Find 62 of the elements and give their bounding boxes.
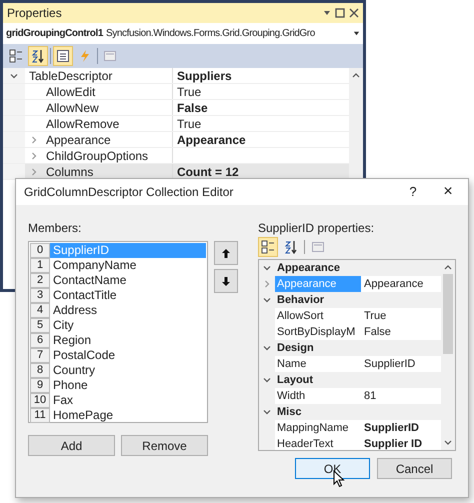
property-name: SortByDisplayM xyxy=(276,325,356,340)
category-name: Appearance xyxy=(276,260,340,276)
object-name: gridGroupingControl1 xyxy=(6,27,103,41)
member-index: 4 xyxy=(30,303,50,318)
property-name: AllowNew xyxy=(45,100,99,116)
category-name: Design xyxy=(276,340,314,356)
property-value: True xyxy=(363,308,386,324)
member-index: 0 xyxy=(30,243,50,258)
property-name: ChildGroupOptions xyxy=(45,148,148,164)
property-name: AllowRemove xyxy=(45,116,120,132)
property-value: True xyxy=(176,116,202,132)
member-name: Region xyxy=(52,333,92,348)
member-index: 2 xyxy=(30,273,50,288)
property-name: Columns xyxy=(45,164,94,180)
member-index: 5 xyxy=(30,318,50,333)
member-name: HomePage xyxy=(52,408,114,423)
member-name: ContactTitle xyxy=(52,288,118,303)
member-name: City xyxy=(52,318,75,333)
property-value: False xyxy=(176,100,208,116)
member-index: 9 xyxy=(30,378,50,393)
property-name: Width xyxy=(276,389,306,404)
member-name: PostalCode xyxy=(52,348,116,363)
object-type: Syncfusion.Windows.Forms.Grid.Grouping.GridGro xyxy=(106,27,315,41)
property-name: HeaderText xyxy=(276,437,334,450)
member-name: Country xyxy=(52,363,96,378)
category-name: Layout xyxy=(276,372,314,388)
property-value: True xyxy=(176,84,202,100)
member-name: Address xyxy=(52,303,98,318)
window-title: Properties xyxy=(7,5,62,22)
member-index: 10 xyxy=(30,393,50,408)
property-value: Count = 12 xyxy=(176,164,239,180)
member-index: 1 xyxy=(30,258,50,273)
property-value: SupplierID xyxy=(363,420,420,436)
property-value: False xyxy=(363,324,391,340)
property-value: SupplierID xyxy=(363,356,416,372)
category-name: Behavior xyxy=(276,292,324,308)
property-name: TableDescriptor xyxy=(29,68,112,84)
property-value: Appearance xyxy=(363,276,424,292)
property-name: MappingName xyxy=(276,421,350,436)
property-name: Name xyxy=(276,357,308,372)
dialog-title: GridColumnDescriptor Collection Editor xyxy=(24,184,234,201)
member-index: 7 xyxy=(30,348,50,363)
member-name: CompanyName xyxy=(52,258,138,273)
member-name: ContactName xyxy=(52,273,128,288)
property-value: Suppliers xyxy=(176,68,232,84)
member-name: Fax xyxy=(52,393,74,408)
member-name: Phone xyxy=(52,378,89,393)
member-index: 8 xyxy=(30,363,50,378)
members-label: Members: xyxy=(28,220,82,235)
property-name: Appearance xyxy=(45,132,111,148)
properties-label: SupplierID properties: xyxy=(258,220,376,235)
member-index: 6 xyxy=(30,333,50,348)
member-index: 3 xyxy=(30,288,50,303)
property-value: Supplier ID xyxy=(363,436,422,450)
member-index: 11 xyxy=(30,408,50,423)
member-name: SupplierID xyxy=(50,243,206,258)
property-name: Appearance xyxy=(275,276,361,292)
property-name: AllowSort xyxy=(276,309,324,324)
property-name: AllowEdit xyxy=(45,84,96,100)
property-value: 81 xyxy=(363,388,376,404)
property-value: Appearance xyxy=(176,132,246,148)
category-name: Misc xyxy=(276,404,302,420)
